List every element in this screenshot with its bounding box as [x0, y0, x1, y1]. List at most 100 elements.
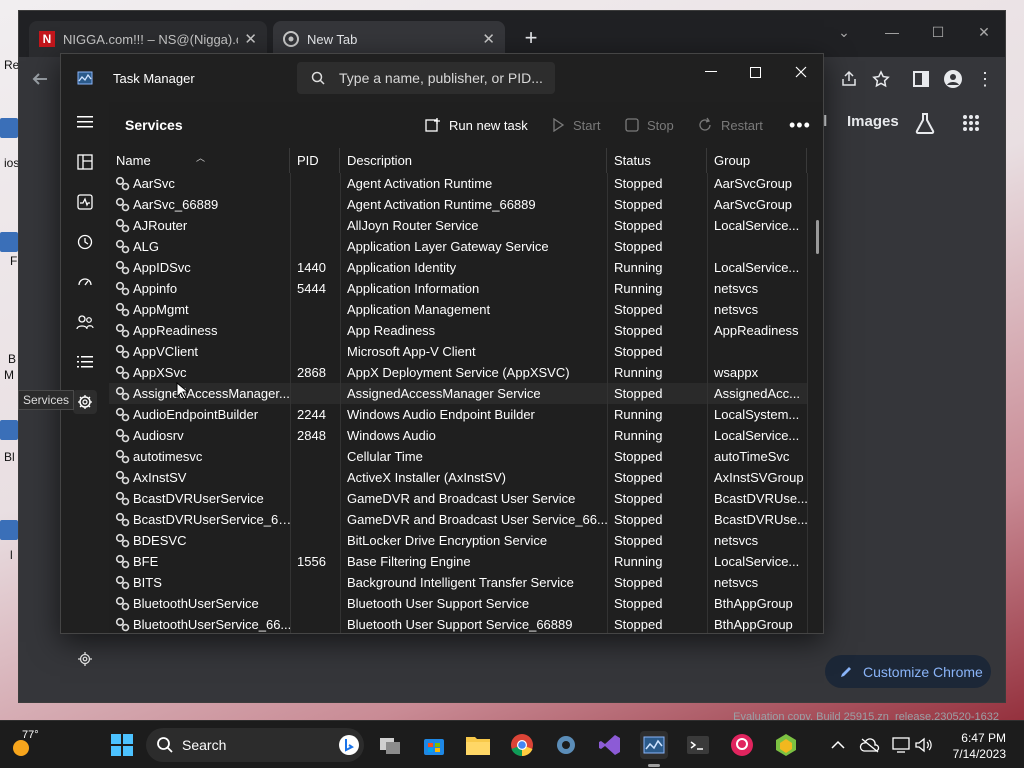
stop-button[interactable]: Stop	[625, 114, 674, 136]
column-header-group[interactable]: Group	[707, 148, 807, 173]
close-tab-icon[interactable]: ✕	[482, 30, 495, 48]
table-row[interactable]: BFE 1556 Base Filtering Engine Running Local…	[109, 551, 808, 572]
table-row[interactable]: BluetoothUserService_66... Bluetooth User…	[109, 614, 808, 633]
close-tab-icon[interactable]: ✕	[244, 30, 257, 48]
back-arrow-icon[interactable]	[27, 67, 53, 91]
task-view-icon[interactable]	[376, 731, 404, 759]
clock[interactable]: 6:47 PM 7/14/2023	[953, 730, 1006, 762]
column-header-description[interactable]: Description	[340, 148, 607, 173]
app-history-icon[interactable]	[73, 230, 97, 254]
profile-icon[interactable]	[941, 67, 965, 91]
close-icon[interactable]: ✕	[961, 17, 1007, 47]
cell-description: Application Management	[347, 302, 491, 317]
chrome-icon[interactable]	[508, 731, 536, 759]
services-icon[interactable]	[73, 390, 97, 414]
vertical-scrollbar[interactable]	[816, 220, 819, 254]
table-row[interactable]: BluetoothUserService Bluetooth User Suppo…	[109, 593, 808, 614]
volume-icon[interactable]	[910, 731, 938, 759]
maximize-icon[interactable]: ☐	[915, 17, 961, 47]
table-row[interactable]: BcastDVRUserService_66... GameDVR and Bro…	[109, 509, 808, 530]
cell-name: AssignedAccessManager...	[109, 383, 290, 404]
table-row[interactable]: AppIDSvc 1440 Application Identity Running L…	[109, 257, 808, 278]
processes-icon[interactable]	[73, 150, 97, 174]
settings-gear-icon[interactable]	[73, 647, 97, 671]
share-icon[interactable]	[837, 67, 861, 91]
file-explorer-icon[interactable]	[464, 731, 492, 759]
task-manager-taskbar-icon[interactable]	[640, 731, 668, 759]
table-row[interactable]: AppVClient Microsoft App-V Client Stopped	[109, 341, 808, 362]
weather-widget[interactable]: 77°	[10, 729, 44, 761]
tab-search-chevron-icon[interactable]: ⌄	[821, 17, 867, 47]
taskbar-search[interactable]: Search	[146, 728, 364, 762]
table-row[interactable]: AppXSvc 2868 AppX Deployment Service (AppX…	[109, 362, 808, 383]
bluestacks-icon[interactable]	[772, 731, 800, 759]
column-divider	[607, 236, 608, 257]
table-row[interactable]: BITS Background Intelligent Transfer Serv…	[109, 572, 808, 593]
maximize-icon[interactable]	[733, 58, 777, 86]
search-box[interactable]	[297, 62, 555, 94]
more-options-icon[interactable]: •••	[789, 114, 811, 136]
column-header-name[interactable]: ︿ Name	[109, 148, 290, 173]
users-icon[interactable]	[73, 310, 97, 334]
bookmark-star-icon[interactable]	[869, 67, 893, 91]
table-row[interactable]: Audiosrv 2848 Windows Audio Running LocalSer…	[109, 425, 808, 446]
cell-description: Agent Activation Runtime_66889	[347, 197, 536, 212]
show-hidden-icons-chevron-icon[interactable]	[824, 731, 852, 759]
restart-button[interactable]: Restart	[697, 114, 763, 136]
performance-icon[interactable]	[73, 190, 97, 214]
close-icon[interactable]	[779, 58, 823, 86]
new-tab-plus-icon[interactable]: +	[519, 25, 543, 51]
search-input[interactable]	[339, 70, 549, 86]
column-header-pid[interactable]: PID	[290, 148, 340, 173]
desktop-shortcut-icon[interactable]	[0, 232, 18, 252]
table-row[interactable]: AudioEndpointBuilder 2244 Windows Audio En…	[109, 404, 808, 425]
column-divider	[607, 467, 608, 488]
column-divider	[290, 383, 291, 404]
chat-app-icon[interactable]	[728, 731, 756, 759]
table-row[interactable]: AxInstSV ActiveX Installer (AxInstSV) Stop…	[109, 467, 808, 488]
hamburger-menu-icon[interactable]	[73, 110, 97, 134]
onedrive-offline-icon[interactable]	[856, 731, 884, 759]
table-row[interactable]: BcastDVRUserService GameDVR and Broadcast…	[109, 488, 808, 509]
desktop-shortcut-icon[interactable]	[0, 520, 18, 540]
column-divider	[607, 215, 608, 236]
start-windows-icon[interactable]	[108, 731, 136, 759]
labs-flask-icon[interactable]	[913, 111, 937, 135]
minimize-icon[interactable]	[689, 58, 733, 86]
table-row[interactable]: BDESVC BitLocker Drive Encryption Service…	[109, 530, 808, 551]
table-row[interactable]: autotimesvc Cellular Time Stopped autoTimeS…	[109, 446, 808, 467]
apps-grid-icon[interactable]	[959, 111, 983, 135]
settings-gear-icon[interactable]	[552, 731, 580, 759]
table-row[interactable]: AppReadiness App Readiness Stopped AppReadi…	[109, 320, 808, 341]
visual-studio-icon[interactable]	[596, 731, 624, 759]
minimize-icon[interactable]: —	[869, 17, 915, 47]
tab-new-tab[interactable]: New Tab ✕	[273, 21, 505, 57]
column-divider	[290, 194, 291, 215]
cell-pid	[290, 467, 340, 488]
cell-description: Microsoft App-V Client	[347, 344, 476, 359]
table-row[interactable]: ALG Application Layer Gateway Service Stop…	[109, 236, 808, 257]
details-list-icon[interactable]	[73, 350, 97, 374]
cell-pid	[290, 341, 340, 362]
run-new-task-button[interactable]: Run new task	[425, 114, 528, 136]
service-gears-icon	[115, 491, 130, 506]
desktop-shortcut-icon[interactable]	[0, 118, 18, 138]
table-row[interactable]: AJRouter AllJoyn Router Service Stopped Loc…	[109, 215, 808, 236]
table-row[interactable]: AarSvc_66889 Agent Activation Runtime_668…	[109, 194, 808, 215]
customize-chrome-button[interactable]: Customize Chrome	[825, 655, 991, 688]
column-divider	[290, 341, 291, 362]
start-button[interactable]: Start	[551, 114, 600, 136]
microsoft-store-icon[interactable]	[420, 731, 448, 759]
startup-apps-icon[interactable]	[73, 270, 97, 294]
desktop-shortcut-icon[interactable]	[0, 420, 18, 440]
side-panel-icon[interactable]	[909, 67, 933, 91]
table-row[interactable]: AppMgmt Application Management Stopped nets…	[109, 299, 808, 320]
column-header-status[interactable]: Status	[607, 148, 707, 173]
tab-nigga[interactable]: N NIGGA.com!!! – NS@(Nigga).com ✕	[29, 21, 267, 57]
images-link[interactable]: Images	[847, 113, 899, 130]
table-row[interactable]: AarSvc Agent Activation Runtime Stopped Aar…	[109, 173, 808, 194]
menu-kebab-icon[interactable]: ⋮	[975, 67, 995, 91]
terminal-icon[interactable]	[684, 731, 712, 759]
table-row[interactable]: Appinfo 5444 Application Information Runnin…	[109, 278, 808, 299]
table-row[interactable]: AssignedAccessManager... AssignedAccessMa…	[109, 383, 808, 404]
